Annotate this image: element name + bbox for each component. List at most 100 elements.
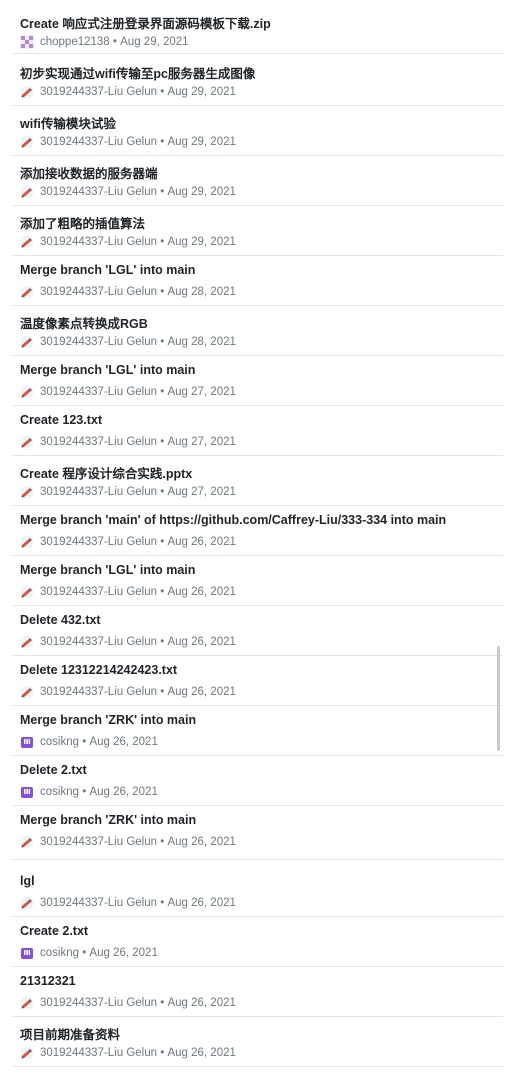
pixel-avatar-icon[interactable] [20,35,34,49]
commit-row[interactable]: Create 程序设计综合实践.pptx 3019244337-Liu Gelun… [12,456,503,506]
commit-row[interactable]: Create 2.txt cosikng • Aug 26, 2021 [12,917,503,967]
commit-author-link[interactable]: 3019244337-Liu Gelun [40,486,157,498]
commit-author-link[interactable]: cosikng [40,786,79,798]
commit-row[interactable]: Merge branch 'LGL' into main 3019244337-L… [12,556,503,606]
commit-author-link[interactable]: 3019244337-Liu Gelun [40,586,157,598]
commit-date: Aug 28, 2021 [167,286,236,298]
commit-author-link[interactable]: 3019244337-Liu Gelun [40,1047,157,1059]
pen-avatar-icon[interactable] [20,685,34,699]
commit-message-link[interactable]: Delete 432.txt [20,613,101,627]
commit-author-link[interactable]: 3019244337-Liu Gelun [40,536,157,548]
commit-date: Aug 26, 2021 [167,586,236,598]
commit-author-link[interactable]: 3019244337-Liu Gelun [40,186,157,198]
commit-message-link[interactable]: Create 123.txt [20,413,102,427]
commit-row[interactable]: Create 123.txt 3019244337-Liu Gelun • Aug… [12,406,503,456]
commit-message-link[interactable]: 项目前期准备资料 [20,1024,120,1043]
commit-message-link[interactable]: Merge branch 'LGL' into main [20,363,195,377]
commit-row[interactable]: 初步实现通过wifi传输至pc服务器生成图像 3019244337-Liu Gel… [12,56,503,106]
commit-date: Aug 26, 2021 [89,947,158,959]
pen-avatar-icon[interactable] [20,285,34,299]
scrollbar-thumb[interactable] [497,646,500,751]
commit-message-link[interactable]: Create 响应式注册登录界面源码模板下载.zip [20,13,271,32]
commit-author-link[interactable]: 3019244337-Liu Gelun [40,286,157,298]
commit-row[interactable]: wifi传输模块试验 3019244337-Liu Gelun • Aug 29,… [12,106,503,156]
commit-meta: 3019244337-Liu Gelun • Aug 27, 2021 [20,435,236,449]
commit-author-link[interactable]: cosikng [40,947,79,959]
pen-avatar-icon[interactable] [20,996,34,1010]
commit-author-link[interactable]: 3019244337-Liu Gelun [40,997,157,1009]
commit-author-link[interactable]: 3019244337-Liu Gelun [40,686,157,698]
commit-row[interactable]: Delete 12312214242423.txt 3019244337-Liu … [12,656,503,706]
commit-meta: 3019244337-Liu Gelun • Aug 29, 2021 [20,185,236,199]
pen-avatar-icon[interactable] [20,385,34,399]
meta-separator: • [157,336,168,348]
commit-message-link[interactable]: Delete 2.txt [20,763,87,777]
pen-avatar-icon[interactable] [20,135,34,149]
pen-avatar-icon[interactable] [20,535,34,549]
commit-row[interactable]: Merge branch 'ZRK' into main cosikng • Au… [12,706,503,756]
pen-avatar-icon[interactable] [20,635,34,649]
pen-avatar-icon[interactable] [20,1046,34,1060]
commit-date: Aug 27, 2021 [167,386,236,398]
commit-message-link[interactable]: 添加了粗略的插值算法 [20,213,145,232]
commit-message-link[interactable]: Merge branch 'ZRK' into main [20,813,196,827]
commit-author-link[interactable]: 3019244337-Liu Gelun [40,86,157,98]
commit-message-link[interactable]: wifi传输模块试验 [20,113,116,132]
meta-separator: • [157,636,168,648]
pen-avatar-icon[interactable] [20,235,34,249]
commit-row[interactable]: Delete 2.txt cosikng • Aug 26, 2021 [12,756,503,806]
commit-row[interactable]: Merge branch 'LGL' into main 3019244337-L… [12,356,503,406]
commit-message-link[interactable]: Create 2.txt [20,924,88,938]
commit-message-link[interactable]: Merge branch 'LGL' into main [20,563,195,577]
meta-separator: • [157,586,168,598]
commit-row[interactable]: 温度像素点转换成RGB 3019244337-Liu Gelun • Aug 28… [12,306,503,356]
commit-message-link[interactable]: Merge branch 'main' of https://github.co… [20,513,446,527]
commit-row[interactable]: 21312321 3019244337-Liu Gelun • Aug 26, 2… [12,967,503,1017]
commit-message-link[interactable]: Merge branch 'LGL' into main [20,263,195,277]
commit-author-link[interactable]: choppe12138 [40,36,110,48]
commit-date: Aug 26, 2021 [167,636,236,648]
purple-avatar-icon[interactable] [20,946,34,960]
pen-avatar-icon[interactable] [20,185,34,199]
pen-avatar-icon[interactable] [20,585,34,599]
meta-separator: • [157,1047,168,1059]
commit-message-link[interactable]: 添加接收数据的服务器端 [20,163,158,182]
commit-date: Aug 26, 2021 [167,1047,236,1059]
commit-row[interactable]: Merge branch 'LGL' into main 3019244337-L… [12,256,503,306]
commit-message-link[interactable]: 初步实现通过wifi传输至pc服务器生成图像 [20,63,255,82]
commit-author-link[interactable]: 3019244337-Liu Gelun [40,386,157,398]
meta-separator: • [157,686,168,698]
commit-row[interactable]: Merge branch 'ZRK' into main 3019244337-L… [12,806,503,860]
commit-author-link[interactable]: 3019244337-Liu Gelun [40,136,157,148]
purple-avatar-icon[interactable] [20,735,34,749]
pen-avatar-icon[interactable] [20,335,34,349]
purple-avatar-icon[interactable] [20,785,34,799]
commit-author-link[interactable]: 3019244337-Liu Gelun [40,836,157,848]
pen-avatar-icon[interactable] [20,835,34,849]
commit-row[interactable]: lgl 3019244337-Liu Gelun • Aug 26, 2021 [12,867,503,917]
commit-author-link[interactable]: cosikng [40,736,79,748]
commit-meta: 3019244337-Liu Gelun • Aug 29, 2021 [20,235,236,249]
commit-row[interactable]: 添加接收数据的服务器端 3019244337-Liu Gelun • Aug 29… [12,156,503,206]
commit-message-link[interactable]: 21312321 [20,974,76,988]
commit-author-link[interactable]: 3019244337-Liu Gelun [40,336,157,348]
commit-author-link[interactable]: 3019244337-Liu Gelun [40,236,157,248]
pen-avatar-icon[interactable] [20,85,34,99]
commit-row[interactable]: 项目前期准备资料 3019244337-Liu Gelun • Aug 26, 2… [12,1017,503,1067]
commit-author-link[interactable]: 3019244337-Liu Gelun [40,436,157,448]
commit-message-link[interactable]: lgl [20,874,35,888]
commit-message-link[interactable]: 温度像素点转换成RGB [20,313,148,332]
commit-message-link[interactable]: Delete 12312214242423.txt [20,663,177,677]
commit-author-link[interactable]: 3019244337-Liu Gelun [40,636,157,648]
commit-date: Aug 28, 2021 [167,336,236,348]
pen-avatar-icon[interactable] [20,896,34,910]
commit-row[interactable]: Merge branch 'main' of https://github.co… [12,506,503,556]
commit-message-link[interactable]: Create 程序设计综合实践.pptx [20,463,192,482]
commit-author-link[interactable]: 3019244337-Liu Gelun [40,897,157,909]
commit-row[interactable]: Create 响应式注册登录界面源码模板下载.zip choppe12138 • … [12,6,503,54]
commit-message-link[interactable]: Merge branch 'ZRK' into main [20,713,196,727]
commit-row[interactable]: Delete 432.txt 3019244337-Liu Gelun • Aug… [12,606,503,656]
pen-avatar-icon[interactable] [20,485,34,499]
pen-avatar-icon[interactable] [20,435,34,449]
commit-row[interactable]: 添加了粗略的插值算法 3019244337-Liu Gelun • Aug 29,… [12,206,503,256]
